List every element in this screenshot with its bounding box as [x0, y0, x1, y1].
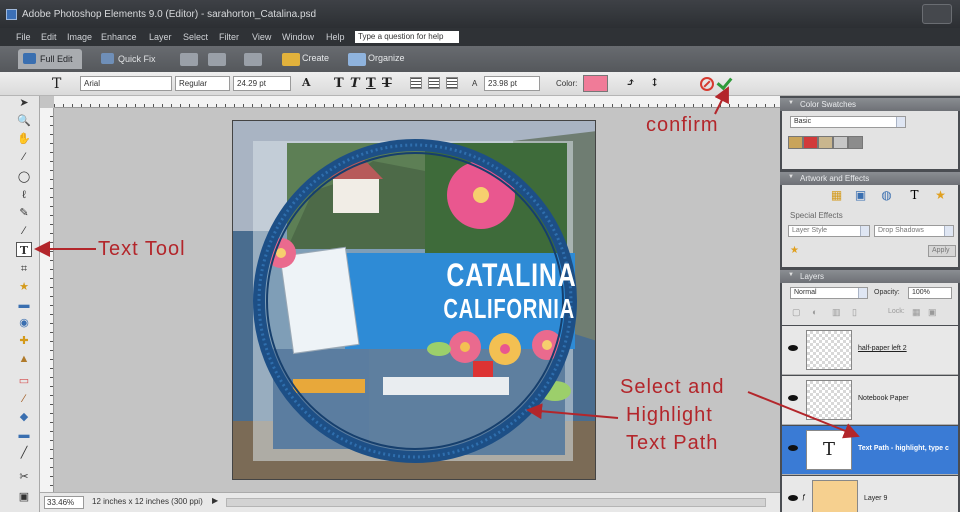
text-path-arrow [526, 403, 619, 420]
annotation-text-tool: Text Tool [98, 238, 186, 260]
annotation-select-line1: Select and [620, 376, 725, 398]
annotation-select-line3: Text Path [626, 432, 719, 454]
annotation-confirm: confirm [646, 114, 719, 136]
layer-arrow [747, 391, 860, 439]
annotation-select-line2: Highlight [626, 404, 713, 426]
confirm-arrow [714, 86, 729, 115]
photoshop-elements-window: Adobe Photoshop Elements 9.0 (Editor) - … [0, 0, 960, 512]
